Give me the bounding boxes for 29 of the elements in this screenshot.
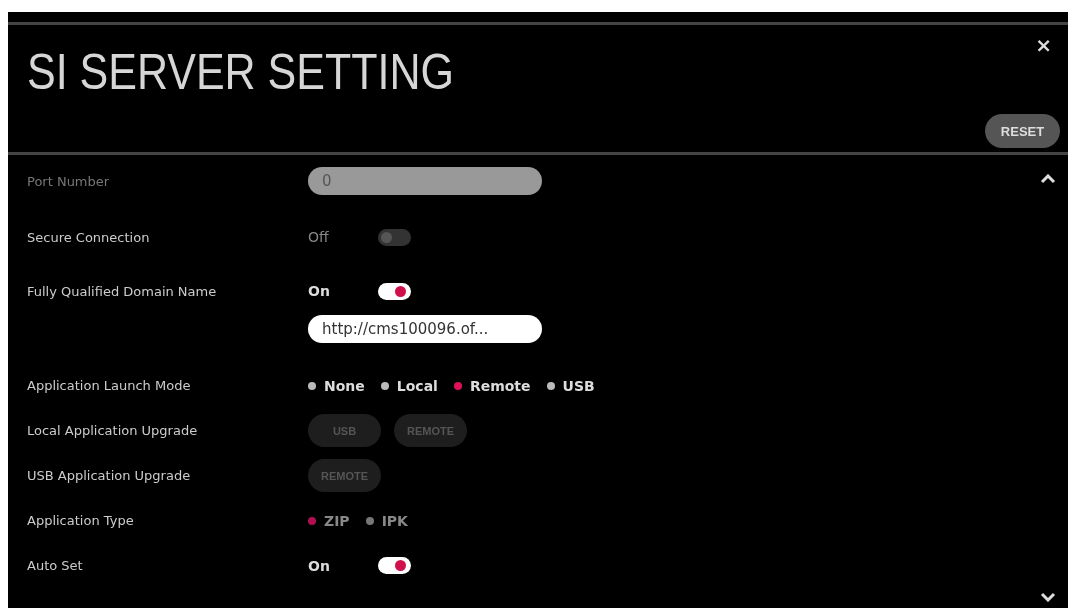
setting-label: Port Number <box>27 173 111 189</box>
radio-button[interactable] <box>380 381 389 390</box>
radio-label: USB <box>562 377 595 394</box>
toggle-state: Off <box>308 229 330 245</box>
scroll-down-icon[interactable] <box>1040 592 1056 602</box>
reset-button[interactable]: RESET <box>985 114 1060 148</box>
radio-button[interactable] <box>308 381 316 390</box>
toggle-switch[interactable] <box>378 557 411 574</box>
close-button[interactable]: × <box>1035 33 1060 57</box>
radio-label: IPK <box>381 512 408 529</box>
setting-label: Application Type <box>27 513 135 528</box>
radio-label: None <box>324 377 365 394</box>
setting-label: Secure Connection <box>27 229 151 245</box>
setting-label: Application Launch Mode <box>27 378 192 393</box>
radio-button[interactable] <box>546 381 555 390</box>
url-field[interactable]: http://cms100096.of... <box>308 315 542 343</box>
setting-label: Local Application Upgrade <box>27 423 199 438</box>
setting-label: Auto Set <box>27 558 84 573</box>
toggle-switch[interactable] <box>378 282 411 300</box>
toggle-state: On <box>308 283 331 299</box>
radio-label: Local <box>396 377 438 394</box>
radio-label: Remote <box>469 377 531 394</box>
setting-label: USB Application Upgrade <box>27 468 192 483</box>
toggle-state: On <box>308 557 331 574</box>
radio-button[interactable] <box>453 381 462 390</box>
setting-label: Fully Qualified Domain Name <box>27 283 218 299</box>
scroll-up-icon[interactable] <box>1040 174 1056 184</box>
window-title: SI SERVER SETTING <box>27 43 454 102</box>
radio-label: ZIP <box>324 512 350 529</box>
